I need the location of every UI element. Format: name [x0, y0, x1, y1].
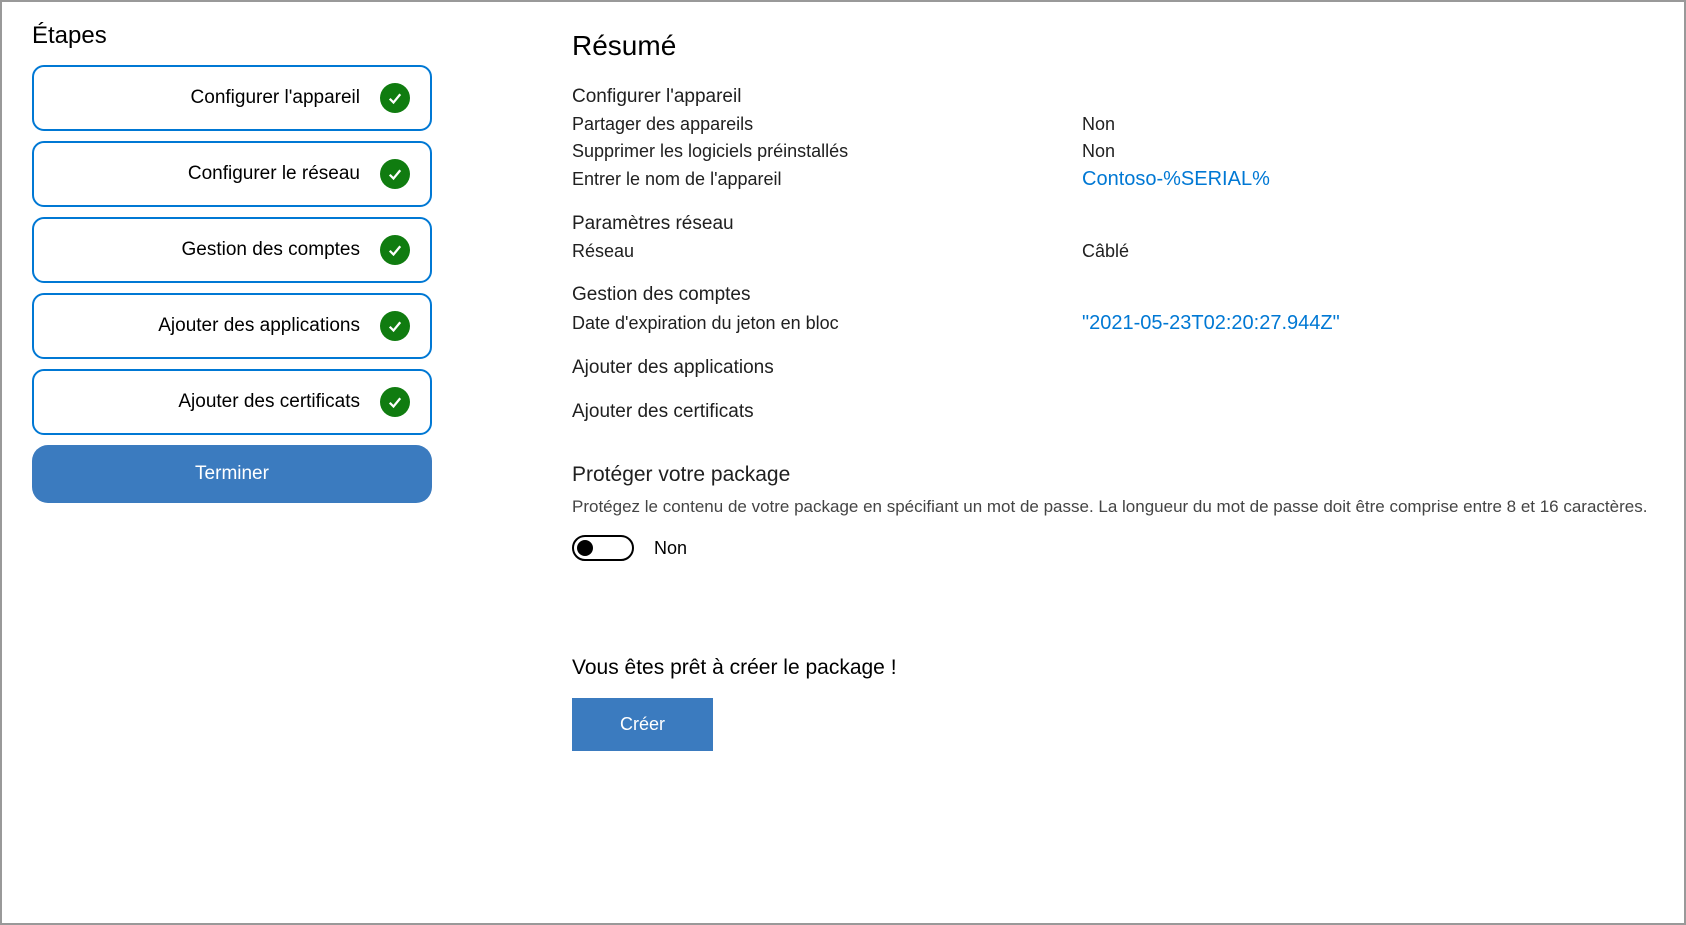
protect-heading: Protéger votre package [572, 463, 1654, 487]
check-icon [380, 235, 410, 265]
step-label: Configurer l'appareil [54, 87, 380, 109]
network-heading: Paramètres réseau [572, 213, 1654, 235]
check-icon [380, 83, 410, 113]
share-devices-label: Partager des appareils [572, 114, 1082, 135]
check-icon [380, 159, 410, 189]
token-expiry-label: Date d'expiration du jeton en bloc [572, 313, 1082, 334]
finish-button[interactable]: Terminer [32, 445, 432, 503]
certs-heading: Ajouter des certificats [572, 401, 1654, 423]
token-expiry-value: "2021-05-23T02:20:27.944Z" [1082, 312, 1340, 335]
ready-text: Vous êtes prêt à créer le package ! [572, 656, 1654, 680]
check-icon [380, 311, 410, 341]
device-name-value: Contoso-%SERIAL% [1082, 168, 1270, 191]
step-add-certificates[interactable]: Ajouter des certificats [32, 369, 432, 435]
step-account-management[interactable]: Gestion des comptes [32, 217, 432, 283]
steps-sidebar: Étapes Configurer l'appareil Configurer … [32, 22, 432, 903]
step-configure-device[interactable]: Configurer l'appareil [32, 65, 432, 131]
summary-accounts-section: Gestion des comptes Date d'expiration du… [572, 284, 1654, 335]
create-button[interactable]: Créer [572, 698, 713, 751]
protect-package-section: Protéger votre package Protégez le conte… [572, 463, 1654, 561]
preinstalled-value: Non [1082, 141, 1115, 162]
ready-section: Vous êtes prêt à créer le package ! Crée… [572, 656, 1654, 751]
accounts-heading: Gestion des comptes [572, 284, 1654, 306]
summary-apps-section: Ajouter des applications [572, 357, 1654, 379]
share-devices-value: Non [1082, 114, 1115, 135]
protect-toggle-label: Non [654, 538, 687, 559]
device-heading: Configurer l'appareil [572, 86, 1654, 108]
main-content: Résumé Configurer l'appareil Partager de… [432, 22, 1654, 903]
protect-description: Protégez le contenu de votre package en … [572, 497, 1654, 517]
summary-certs-section: Ajouter des certificats [572, 401, 1654, 423]
network-value: Câblé [1082, 241, 1129, 262]
step-label: Gestion des comptes [54, 239, 380, 261]
check-icon [380, 387, 410, 417]
step-add-applications[interactable]: Ajouter des applications [32, 293, 432, 359]
protect-toggle[interactable] [572, 535, 634, 561]
page-title: Résumé [572, 30, 1654, 62]
step-label: Configurer le réseau [54, 163, 380, 185]
step-label: Ajouter des certificats [54, 391, 380, 413]
toggle-knob [577, 540, 593, 556]
preinstalled-label: Supprimer les logiciels préinstallés [572, 141, 1082, 162]
network-label: Réseau [572, 241, 1082, 262]
summary-device-section: Configurer l'appareil Partager des appar… [572, 86, 1654, 191]
apps-heading: Ajouter des applications [572, 357, 1654, 379]
sidebar-title: Étapes [32, 22, 432, 50]
step-label: Ajouter des applications [54, 315, 380, 337]
device-name-label: Entrer le nom de l'appareil [572, 169, 1082, 190]
summary-network-section: Paramètres réseau Réseau Câblé [572, 213, 1654, 262]
step-configure-network[interactable]: Configurer le réseau [32, 141, 432, 207]
